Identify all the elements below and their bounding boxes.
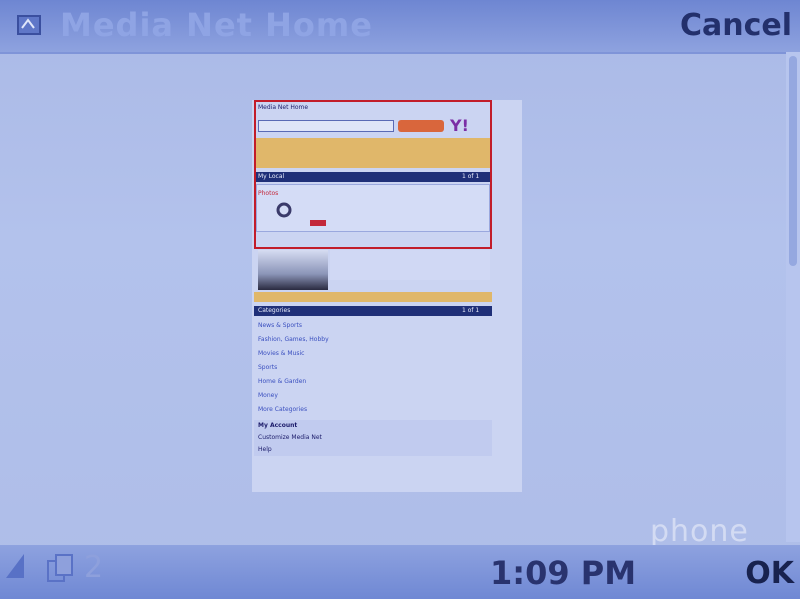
nokia-app-icon bbox=[17, 15, 41, 35]
category-item: Home & Garden bbox=[258, 378, 307, 385]
clock: 1:09 PM bbox=[490, 554, 637, 592]
window-title: Media Net Home bbox=[60, 6, 373, 44]
category-item: Sports bbox=[258, 364, 278, 371]
account-item: Customize Media Net bbox=[258, 434, 322, 441]
signal-icon bbox=[6, 554, 24, 578]
category-item: Fashion, Games, Hobby bbox=[258, 336, 329, 343]
categories-label: Categories bbox=[258, 307, 291, 314]
category-item: Movies & Music bbox=[258, 350, 305, 357]
category-item: Money bbox=[258, 392, 278, 399]
divider-bar bbox=[254, 292, 492, 302]
thumbnail-photo bbox=[258, 250, 328, 290]
category-item: News & Sports bbox=[258, 322, 302, 329]
status-bar bbox=[0, 545, 800, 599]
open-windows-count: 2 bbox=[84, 550, 104, 585]
account-item: Help bbox=[258, 446, 272, 453]
category-item: More Categories bbox=[258, 406, 308, 413]
scroll-thumb[interactable] bbox=[789, 56, 797, 266]
ok-button[interactable]: OK bbox=[745, 556, 794, 591]
title-bar: Media Net Home Cancel bbox=[0, 0, 800, 54]
open-windows-icon[interactable] bbox=[46, 553, 76, 585]
categories-count: 1 of 1 bbox=[462, 307, 480, 314]
viewport-selection-box[interactable] bbox=[254, 100, 492, 249]
cancel-button[interactable]: Cancel bbox=[680, 8, 792, 43]
photo-caption-panel bbox=[330, 250, 490, 280]
vertical-scrollbar[interactable] bbox=[786, 52, 800, 542]
account-title: My Account bbox=[258, 422, 298, 429]
browser-screen: Media Net Home Cancel Media Net Home Y! … bbox=[0, 0, 800, 599]
